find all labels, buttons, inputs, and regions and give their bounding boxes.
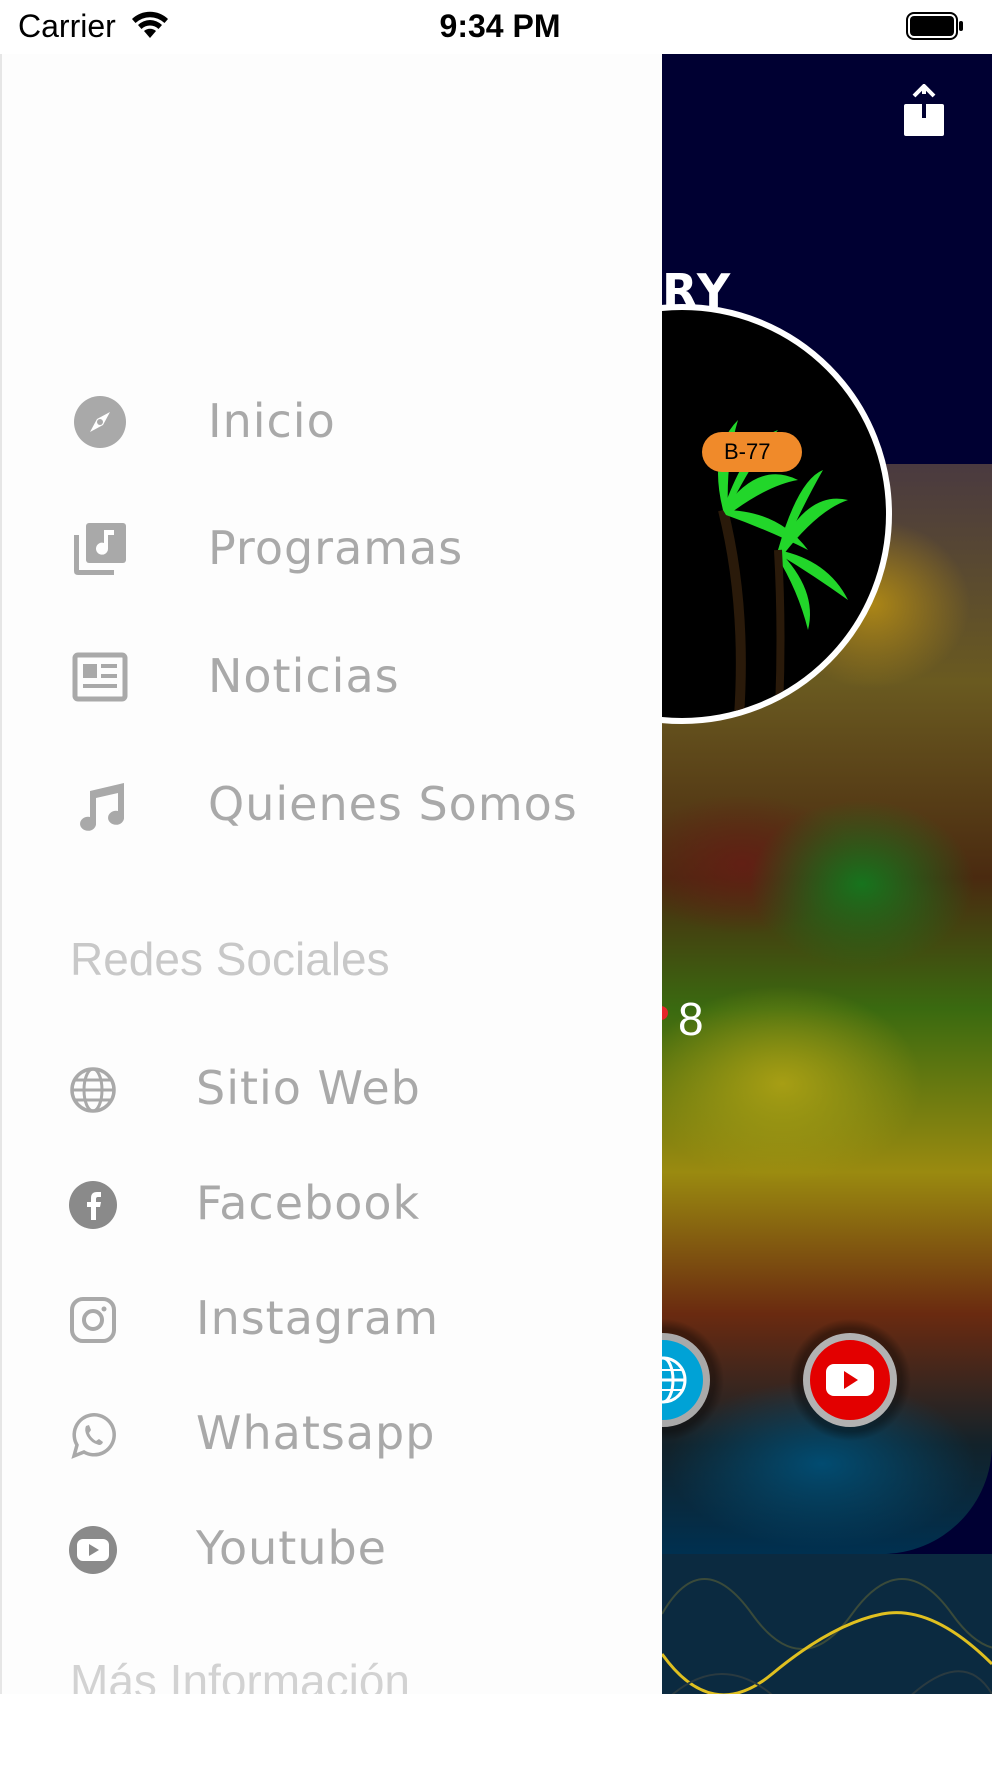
menu-item-label: Noticias: [208, 649, 400, 703]
youtube-play-icon: [803, 1333, 897, 1427]
social-item-facebook[interactable]: Facebook: [68, 1172, 648, 1242]
home-indicator-area: [0, 1694, 1000, 1778]
youtube-button[interactable]: [789, 1319, 911, 1441]
social-section-header: Redes Sociales: [70, 933, 390, 985]
social-item-label: Instagram: [196, 1291, 440, 1345]
palm-tree-logo: [718, 420, 848, 718]
music-note-icon: [80, 783, 125, 831]
clock: 9:34 PM: [439, 8, 561, 44]
social-item-website[interactable]: Sitio Web: [68, 1057, 648, 1127]
youtube-icon: [69, 1526, 117, 1574]
battery-icon: [906, 12, 963, 40]
frequency-badge: B-77: [702, 432, 802, 472]
side-drawer: Inicio Programas Noticias Quienes Somos …: [0, 54, 662, 1694]
menu-item-noticias[interactable]: Noticias: [72, 641, 652, 711]
status-bar: Carrier 9:34 PM: [0, 0, 1000, 54]
station-logo: [662, 304, 892, 724]
facebook-icon: [69, 1181, 117, 1229]
globe-icon: [662, 1333, 710, 1427]
social-item-instagram[interactable]: Instagram: [68, 1287, 648, 1357]
wave-visualizer: [662, 1554, 992, 1694]
globe-icon: [70, 1067, 116, 1113]
menu-item-programas[interactable]: Programas: [72, 513, 652, 583]
social-item-label: Sitio Web: [196, 1061, 421, 1115]
menu-item-label: Programas: [208, 521, 464, 575]
menu-item-inicio[interactable]: Inicio: [72, 386, 652, 456]
menu-item-label: Inicio: [208, 394, 336, 448]
number-text: 8: [678, 993, 704, 1045]
newspaper-icon: [72, 652, 128, 702]
social-item-label: Facebook: [196, 1176, 421, 1230]
whatsapp-icon: [71, 1413, 116, 1459]
instagram-icon: [70, 1297, 116, 1343]
music-library-icon: [74, 523, 126, 575]
app-background-panel[interactable]: RY B-77 8: [662, 54, 992, 1694]
menu-item-label: Quienes Somos: [208, 777, 578, 831]
share-icon[interactable]: [902, 84, 946, 138]
menu-item-quienes-somos[interactable]: Quienes Somos: [72, 769, 652, 839]
social-item-label: Youtube: [196, 1521, 387, 1575]
social-item-whatsapp[interactable]: Whatsapp: [68, 1402, 648, 1472]
social-item-label: Whatsapp: [196, 1406, 436, 1460]
more-info-section-header: Más Información: [70, 1655, 411, 1694]
compass-icon: [74, 396, 126, 448]
social-item-youtube[interactable]: Youtube: [68, 1517, 648, 1587]
